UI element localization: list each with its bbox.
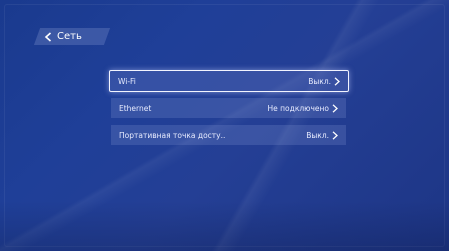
settings-row-value-group: Выкл.: [308, 77, 340, 86]
chevron-right-icon: [332, 130, 338, 140]
settings-row-label: Ethernet: [119, 103, 152, 113]
chevron-right-icon: [334, 76, 340, 86]
settings-row-wifi[interactable]: Wi-Fi Выкл.: [109, 70, 349, 92]
settings-row-label: Wi-Fi: [118, 76, 136, 86]
settings-row-value: Выкл.: [306, 130, 329, 140]
back-button[interactable]: Сеть: [33, 28, 111, 45]
settings-row-hotspot[interactable]: Портативная точка досту.. Выкл.: [111, 125, 346, 145]
settings-row-ethernet[interactable]: Ethernet Не подключено: [111, 98, 346, 118]
chevron-right-icon: [332, 103, 338, 113]
back-button-content: Сеть: [37, 31, 82, 42]
chevron-left-icon: [44, 31, 52, 42]
settings-row-value-group: Выкл.: [306, 131, 338, 140]
settings-row-value-group: Не подключено: [268, 104, 339, 113]
settings-row-value: Не подключено: [267, 103, 330, 113]
settings-row-value: Выкл.: [308, 76, 331, 86]
back-button-label: Сеть: [57, 31, 82, 42]
settings-row-label: Портативная точка досту..: [119, 130, 226, 140]
network-settings-screen: Сеть Wi-Fi Выкл. Ethernet Не подключено …: [0, 0, 449, 251]
